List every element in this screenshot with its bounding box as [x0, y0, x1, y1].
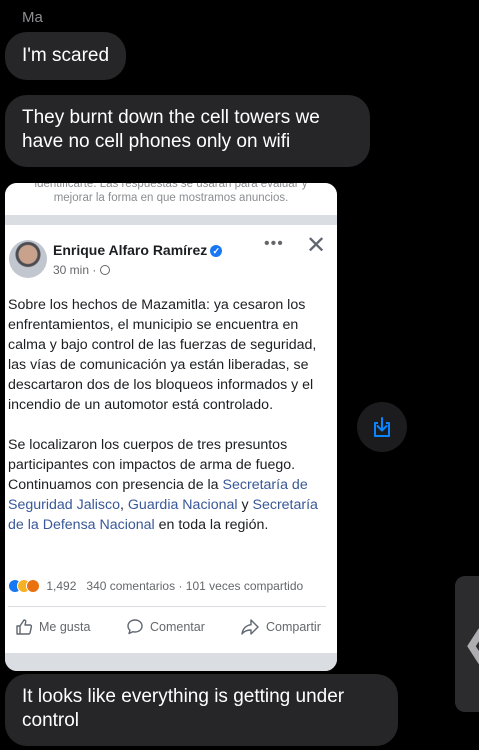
comment-action: Comentar [126, 618, 205, 636]
share-count: 101 veces compartido [185, 579, 304, 593]
post-paragraph: Se localizaron los cuerpos de tres presu… [8, 437, 318, 533]
more-options-icon: ••• [264, 235, 284, 252]
shared-screenshot-image[interactable]: identificarte. Las respuestas se usarán … [5, 183, 337, 671]
angry-reaction-icon [26, 579, 40, 593]
post-actions: Me gusta Comentar Compartir [5, 618, 337, 642]
reaction-bar: 1,492 340 comentarios · 101 veces compar… [8, 579, 333, 593]
message-bubble[interactable]: They burnt down the cell towers we have … [5, 95, 370, 167]
post-text: Sobre los hechos de Mazamitla: ya cesaro… [8, 295, 333, 555]
facebook-post: Enrique Alfaro Ramírez ✓ 30 min · ••• ✕ S… [5, 225, 337, 653]
globe-icon [99, 265, 110, 275]
divider [8, 606, 326, 607]
post-author: Enrique Alfaro Ramírez ✓ [53, 242, 223, 258]
message-bubble[interactable]: I'm scared [5, 32, 127, 80]
message-bubble[interactable]: It looks like everything is getting unde… [5, 674, 398, 746]
share-action: Compartir [240, 618, 321, 636]
ad-notice-text: identificarte. Las respuestas se usarán … [5, 183, 337, 215]
side-panel-handle[interactable]: ❮ [455, 576, 479, 712]
verified-badge-icon: ✓ [210, 245, 223, 257]
comment-icon [127, 619, 143, 635]
comment-count: 340 comentarios [86, 579, 176, 593]
avatar [9, 240, 47, 278]
share-arrow-icon [241, 619, 259, 635]
post-paragraph: Sobre los hechos de Mazamitla: ya cesaro… [8, 297, 317, 413]
separator [5, 215, 337, 225]
reaction-count: 1,492 [46, 579, 77, 593]
separator [5, 653, 337, 671]
thumbs-up-icon [16, 619, 33, 635]
download-icon [374, 417, 390, 437]
sender-name: Ma [22, 9, 43, 26]
chevron-left-icon: ❮ [463, 624, 479, 664]
close-icon: ✕ [306, 232, 327, 259]
post-link: Guardia Nacional [127, 497, 238, 513]
download-button[interactable] [357, 402, 407, 452]
like-action: Me gusta [15, 618, 90, 636]
post-meta: 30 min · [53, 263, 110, 277]
